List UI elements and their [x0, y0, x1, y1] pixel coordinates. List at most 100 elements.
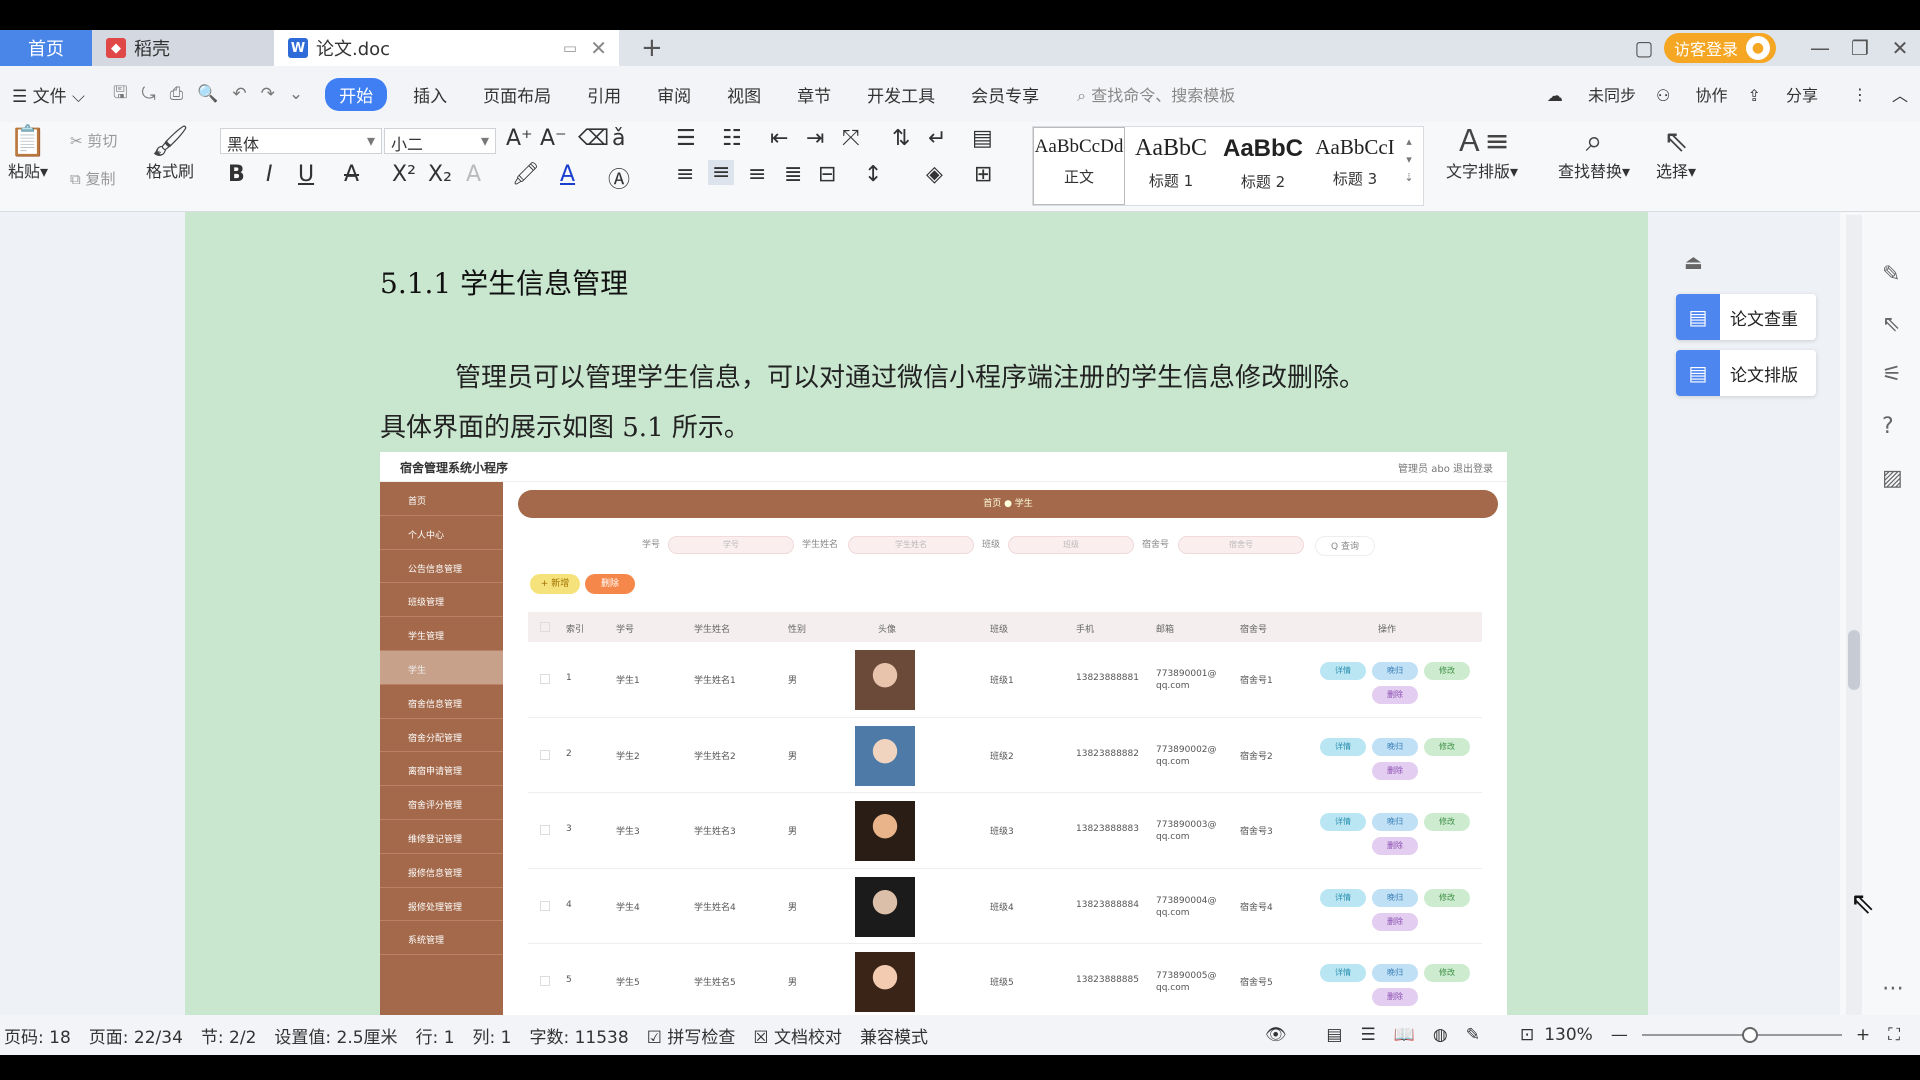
- zoom-in-button[interactable]: +: [1856, 1025, 1870, 1045]
- style-heading2[interactable]: AaBbC 标题 2: [1217, 127, 1309, 205]
- fullscreen-icon[interactable]: ⛶: [1888, 1025, 1900, 1045]
- select-cursor-icon[interactable]: ⇖: [1882, 312, 1900, 337]
- line-spacing-icon[interactable]: ↕: [864, 162, 882, 187]
- font-color-button[interactable]: A: [560, 162, 575, 187]
- menu-page-layout[interactable]: 页面布局: [483, 82, 551, 107]
- select-button[interactable]: ⇖ 选择▾: [1656, 126, 1696, 182]
- edit-icon[interactable]: ✎: [1882, 262, 1900, 287]
- file-menu[interactable]: ☰ 文件 ⌵: [12, 82, 85, 107]
- minimize-button[interactable]: —: [1800, 36, 1840, 60]
- subscript-button[interactable]: X₂: [428, 162, 452, 187]
- superscript-button[interactable]: X²: [392, 162, 416, 187]
- fit-page-icon[interactable]: ⊡: [1520, 1025, 1534, 1045]
- find-replace-button[interactable]: ⌕ 查找替换▾: [1558, 126, 1630, 182]
- align-left-icon[interactable]: ≡: [676, 162, 694, 187]
- paste-button[interactable]: 📋 粘贴▾: [8, 126, 48, 182]
- distribute-icon[interactable]: ⊟: [818, 162, 836, 187]
- page-view-icon[interactable]: ▤: [1326, 1025, 1342, 1045]
- restore-button[interactable]: ❐: [1840, 36, 1880, 60]
- embedded-screenshot[interactable]: 宿舍管理系统小程序 管理员 abo 退出登录 首页 个人中心 公告信息管理 班级…: [380, 452, 1507, 1015]
- borders-icon[interactable]: ⊞: [974, 162, 992, 187]
- menu-developer[interactable]: 开发工具: [867, 82, 935, 107]
- zoom-out-button[interactable]: —: [1611, 1025, 1628, 1045]
- print-preview-icon[interactable]: 🔍: [197, 84, 218, 104]
- strikethrough-button[interactable]: A: [344, 162, 359, 187]
- status-setting[interactable]: 设置值: 2.5厘米: [274, 1023, 397, 1048]
- bullets-icon[interactable]: ☰: [676, 126, 696, 151]
- align-center-icon[interactable]: ≡: [708, 160, 735, 185]
- cut-button[interactable]: ✂ 剪切: [70, 130, 117, 151]
- zoom-slider-knob[interactable]: [1741, 1027, 1758, 1043]
- format-painter-button[interactable]: 🖌 格式刷: [146, 126, 194, 182]
- export-icon[interactable]: ⤿: [141, 84, 155, 104]
- save-icon[interactable]: 🖫: [113, 80, 127, 109]
- style-heading3[interactable]: AaBbCcI 标题 3: [1309, 127, 1401, 205]
- redo-icon[interactable]: ↷: [261, 84, 275, 104]
- text-direction-icon[interactable]: ⤧: [842, 126, 860, 151]
- grow-font-icon[interactable]: A⁺: [506, 126, 533, 151]
- doc-proof-button[interactable]: ☒ 文档校对: [753, 1023, 842, 1048]
- collaborate-button[interactable]: ⚇ 协作: [1656, 82, 1727, 106]
- paragraph-mark-icon[interactable]: ↵: [928, 126, 946, 151]
- tab-docer[interactable]: ◆ 稻壳: [92, 30, 274, 66]
- bold-button[interactable]: B: [228, 162, 245, 187]
- indent-icon[interactable]: ⇥: [806, 126, 824, 151]
- command-search[interactable]: ⌕ 查找命令、搜索模板: [1077, 82, 1235, 106]
- ruler-icon[interactable]: ▤: [972, 126, 993, 151]
- spell-check-button[interactable]: ☑ 拼写检查: [647, 1023, 736, 1048]
- menu-references[interactable]: 引用: [587, 82, 621, 107]
- font-family-select[interactable]: 黑体 ▾: [220, 128, 382, 154]
- numbering-icon[interactable]: ☷: [722, 126, 742, 151]
- font-size-select[interactable]: 小二 ▾: [384, 128, 496, 154]
- more-tools-icon[interactable]: ⋯: [1882, 976, 1904, 1001]
- status-page[interactable]: 页面: 22/34: [89, 1023, 183, 1048]
- clear-format-icon[interactable]: ⌫: [578, 126, 609, 151]
- undo-icon[interactable]: ↶: [232, 84, 246, 104]
- status-words[interactable]: 字数: 11538: [529, 1023, 628, 1048]
- layout-icon[interactable]: ▢: [1624, 36, 1664, 60]
- tab-document[interactable]: W 论文.doc ▭ ✕: [274, 30, 619, 66]
- text-effect-icon[interactable]: A: [466, 162, 481, 187]
- style-gallery-scroll[interactable]: ▴ ▾ ⇣: [1401, 127, 1417, 205]
- outdent-icon[interactable]: ⇤: [770, 126, 788, 151]
- text-layout-button[interactable]: Ａ≡ 文字排版▾: [1446, 126, 1518, 182]
- paper-check-button[interactable]: ▤ 论文查重: [1676, 294, 1816, 340]
- paper-layout-button[interactable]: ▤ 论文排版: [1676, 350, 1816, 396]
- menu-home[interactable]: 开始: [325, 77, 388, 111]
- scrollbar-thumb[interactable]: [1848, 630, 1860, 690]
- justify-icon[interactable]: ≣: [784, 162, 802, 187]
- tab-home[interactable]: 首页: [0, 30, 92, 66]
- align-right-icon[interactable]: ≡: [748, 162, 766, 187]
- eye-protect-icon[interactable]: 👁: [1265, 1025, 1287, 1045]
- collapse-panel-icon[interactable]: ⏏: [1684, 250, 1703, 274]
- menu-review[interactable]: 审阅: [657, 82, 691, 107]
- close-tab-icon[interactable]: ✕: [590, 36, 607, 60]
- zoom-slider[interactable]: [1641, 1027, 1842, 1043]
- sync-status[interactable]: ☁ 未同步: [1547, 82, 1636, 106]
- more-icon[interactable]: ⋮: [1852, 85, 1868, 104]
- shrink-font-icon[interactable]: A⁻: [540, 126, 567, 151]
- char-border-icon[interactable]: Ⓐ: [608, 162, 630, 194]
- copy-button[interactable]: ⧉ 复制: [70, 168, 116, 189]
- close-window-button[interactable]: ✕: [1880, 36, 1920, 60]
- print-icon[interactable]: ⎙: [170, 84, 184, 104]
- help-icon[interactable]: ?: [1882, 414, 1894, 439]
- phonetic-icon[interactable]: ǎ: [612, 126, 625, 151]
- read-view-icon[interactable]: 📖: [1394, 1025, 1415, 1045]
- settings-slider-icon[interactable]: ⚟: [1882, 362, 1902, 387]
- shading-icon[interactable]: ◈: [926, 162, 943, 187]
- zoom-level[interactable]: 130%: [1544, 1025, 1593, 1045]
- menu-chapter[interactable]: 章节: [797, 82, 831, 107]
- menu-insert[interactable]: 插入: [413, 82, 447, 107]
- italic-button[interactable]: I: [266, 162, 273, 187]
- new-tab-button[interactable]: +: [641, 33, 663, 63]
- highlight-icon[interactable]: 🖍: [512, 162, 540, 187]
- collapse-ribbon-icon[interactable]: ︿: [1892, 82, 1908, 106]
- menu-member[interactable]: 会员专享: [971, 82, 1039, 107]
- underline-button[interactable]: U: [298, 162, 314, 187]
- more-quick-icon[interactable]: ⌄: [289, 84, 303, 104]
- image-tool-icon[interactable]: ▨: [1882, 466, 1903, 491]
- share-button[interactable]: ⇪ 分享: [1747, 82, 1818, 106]
- visitor-login-button[interactable]: 访客登录 ●: [1663, 33, 1776, 63]
- sort-icon[interactable]: ⇅: [892, 126, 910, 151]
